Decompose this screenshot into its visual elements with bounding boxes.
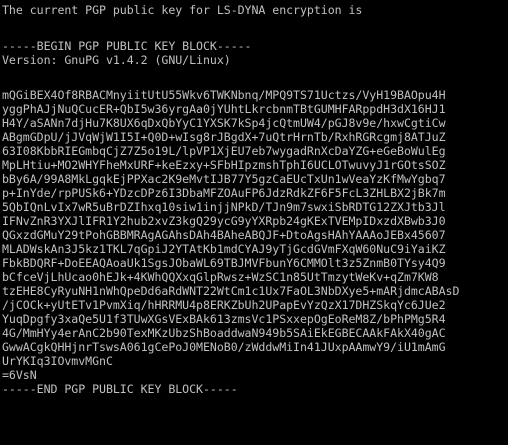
pgp-key-line: IFNvZnR3YXJlIFR1Y2hub2xvZ3kgQ29ycG9yYXRp… — [2, 214, 446, 228]
pgp-key-line: 4G/MmHYy4erAnC2b90TexMKzUbzShBoaddwaN949… — [2, 326, 446, 340]
pgp-key-line: YuqDpgfy3xaQe5U1f3TUwXGsVExBAk613zmsVc1P… — [2, 312, 446, 326]
pgp-key-line: bBy6A/99A8MkLgqkEjPPXac2K9eMvtIJB77Y5gzC… — [2, 172, 446, 186]
pgp-begin-marker: -----BEGIN PGP PUBLIC KEY BLOCK----- — [2, 39, 252, 53]
pgp-key-line: ABgmGDpU/jJVqWjW1I5I+Q0D+wIsg8rJBgdX+7uQ… — [2, 130, 446, 144]
pgp-key-line: yggPhAJjNuQCucER+QbI5w36yrgAa0jYUhtLkrcb… — [2, 102, 446, 116]
pgp-checksum-line: =6VsN — [2, 368, 37, 382]
pgp-key-line: MLADWskAn3J5kz1TKL7qGpiJ2YTAtKb1mdCYAJ9y… — [2, 242, 446, 256]
console-window: The current PGP public key for LS-DYNA e… — [0, 0, 508, 445]
pgp-key-line: 63I08KbbRIEGmbqCjZ7Z5o19L/lpVP1XjEU7eb7w… — [2, 144, 446, 158]
pgp-key-line: mQGiBEX4Of8RBACMnyiitUtU55Wkv6TWKNbnq/MP… — [2, 88, 446, 102]
pgp-key-line: bCfceVjLhUcao0hEJk+4KWhQQXxqGlpRwsz+WzSC… — [2, 270, 439, 284]
pgp-key-line: GwwACgkQHHjnrTswsA061gCePoJ0MENoB0/zWddw… — [2, 340, 446, 354]
pgp-key-line: UrYKIq3IOvmvMGnC — [2, 354, 113, 368]
pgp-key-line: H4Y/aSANn7djHu7K8UX6qDxQbYyC1YXSK7kSp4jc… — [2, 116, 446, 130]
pgp-key-line: MpLHtiu+MO2WHYFheMxURF+keEzxy+SFbHIpzmsh… — [2, 158, 446, 172]
pgp-version-line: Version: GnuPG v1.4.2 (GNU/Linux) — [2, 53, 231, 67]
pgp-key-line: /jCOCk+yUtETv1PvmXiq/hHRRMU4p8ERKZbUh2UP… — [2, 298, 446, 312]
pgp-end-marker: -----END PGP PUBLIC KEY BLOCK----- — [2, 382, 238, 396]
console-heading: The current PGP public key for LS-DYNA e… — [2, 3, 363, 17]
pgp-key-line: p+InYde/rpPUSk6+YDzcDPz6I3DbaMFZOAuFP6Jd… — [2, 186, 446, 200]
pgp-key-line: FbkBDQRF+DoEEAQAoaUk1SgsJObaWL69TBJMVFbu… — [2, 256, 446, 270]
pgp-key-line: 5QbIQnLvIx7wR5uBrDZIhxq10siw1injjNPkD/TJ… — [2, 200, 446, 214]
pgp-key-line: tzEHE8CyRyuNH1nWhQpeDd6aRdWNT22WtCm1c1Ux… — [2, 284, 460, 298]
pgp-key-line: QGxzdGMuY29tPohGBBMRAgAGAhsDAh4BAheABQJF… — [2, 228, 446, 242]
